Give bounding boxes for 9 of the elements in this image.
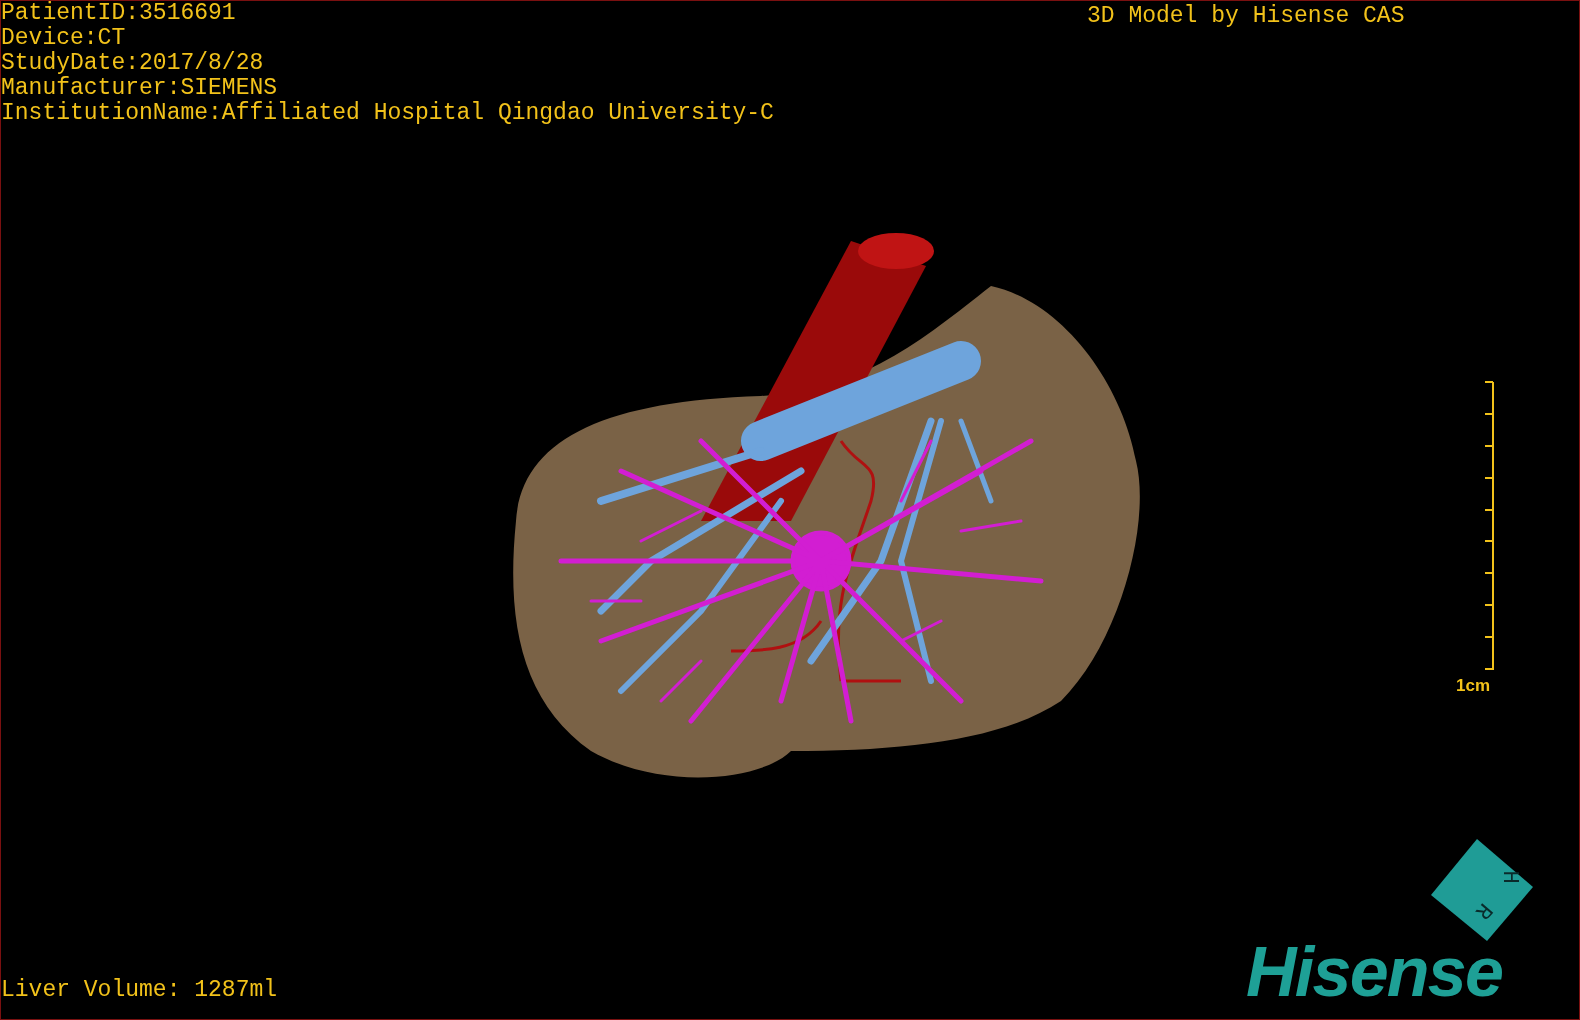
study-info-line: StudyDate:2017/8/28 [1, 51, 265, 76]
study-info-line: Device:CT [1, 26, 127, 51]
study-info-line: Manufacturer:SIEMENS [1, 76, 279, 101]
scale-label: 1cm [1456, 675, 1491, 697]
liver-volume: Liver Volume: 1287ml [1, 978, 278, 1003]
viewer-title: 3D Model by Hisense CAS [1087, 4, 1405, 29]
orientation-cube[interactable]: H R [1429, 837, 1535, 943]
study-info-line: PatientID:3516691 [1, 1, 237, 26]
study-info-line: InstitutionName:Affiliated Hospital Qingdao University-C [1, 101, 774, 126]
